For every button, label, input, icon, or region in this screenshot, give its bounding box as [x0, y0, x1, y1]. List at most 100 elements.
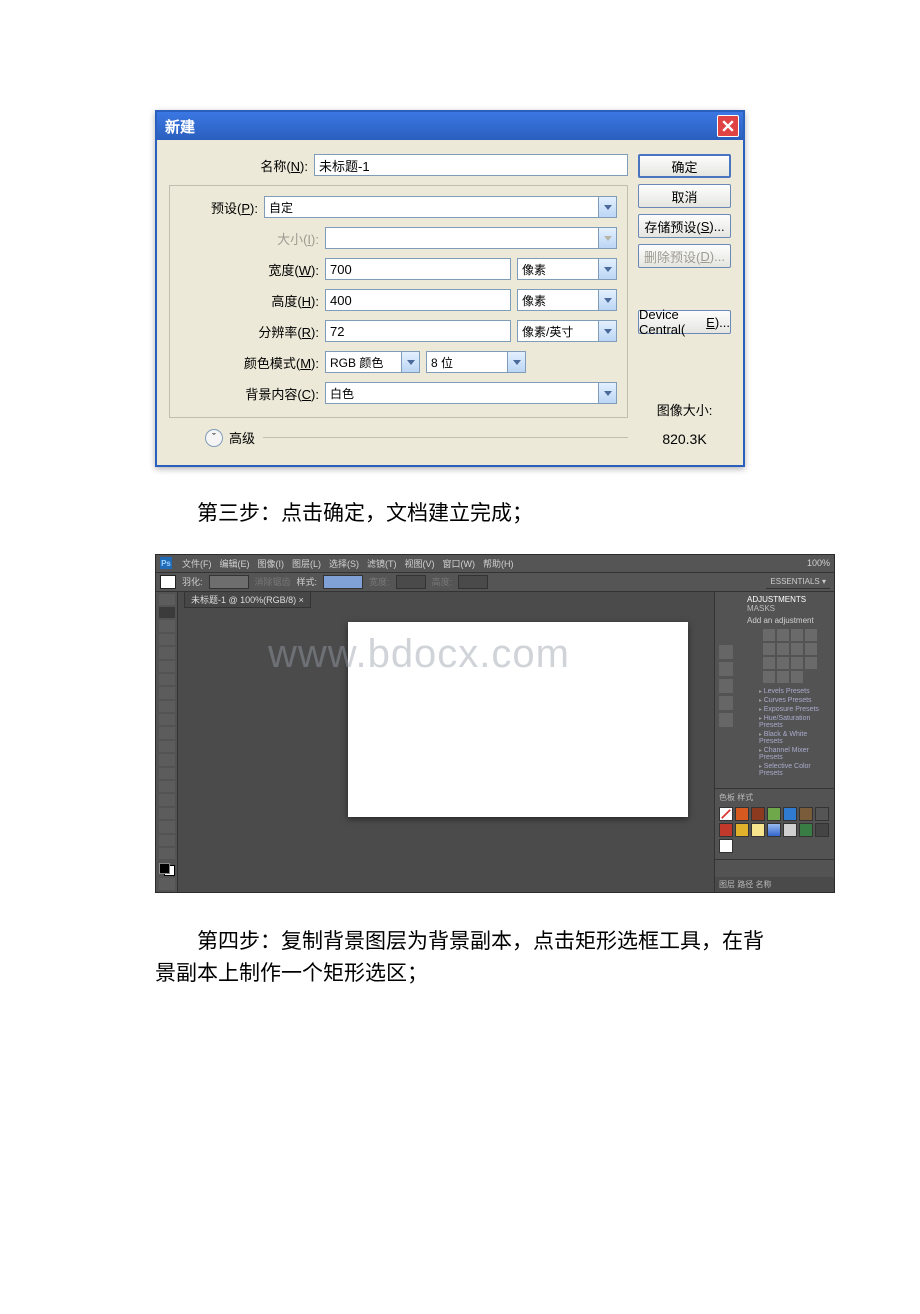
panel-tabs[interactable]: ADJUSTMENTS MASKS	[747, 595, 830, 613]
color-depth-select[interactable]: 8 位	[426, 351, 526, 373]
eyedropper-tool-icon[interactable]	[159, 661, 175, 672]
menu-item[interactable]: 图像(I)	[258, 557, 285, 570]
shape-tool-icon[interactable]	[159, 821, 175, 832]
preset-item[interactable]: Levels Presets	[747, 687, 830, 696]
marquee-tool-icon[interactable]	[159, 607, 175, 618]
move-tool-icon[interactable]	[159, 594, 175, 605]
ok-button[interactable]: 确定	[638, 154, 731, 178]
style-swatch[interactable]	[815, 807, 829, 821]
style-swatch[interactable]	[767, 807, 781, 821]
preset-select[interactable]: 自定	[264, 196, 617, 218]
styles-tabs[interactable]: 色板 样式	[719, 792, 830, 803]
width-unit-select[interactable]: 像素	[517, 258, 617, 280]
preset-item[interactable]: Selective Color Presets	[747, 762, 830, 778]
style-swatch[interactable]	[815, 823, 829, 837]
resolution-unit-select[interactable]: 像素/英寸	[517, 320, 617, 342]
preset-item[interactable]: Hue/Saturation Presets	[747, 714, 830, 730]
save-preset-button[interactable]: 存储预设(S)...	[638, 214, 731, 238]
adj-icon[interactable]	[805, 629, 817, 641]
path-tool-icon[interactable]	[159, 808, 175, 819]
history-brush-tool-icon[interactable]	[159, 714, 175, 725]
eraser-tool-icon[interactable]	[159, 727, 175, 738]
document-canvas[interactable]	[348, 622, 688, 817]
style-swatch[interactable]	[767, 823, 781, 837]
menu-item[interactable]: 编辑(E)	[220, 557, 250, 570]
quickmask-icon[interactable]	[159, 878, 175, 889]
adj-icon[interactable]	[791, 643, 803, 655]
heal-tool-icon[interactable]	[159, 674, 175, 685]
height-input[interactable]	[325, 289, 511, 311]
style-swatch[interactable]	[783, 823, 797, 837]
style-swatch[interactable]	[735, 807, 749, 821]
device-central-button[interactable]: Device Central(E)...	[638, 310, 731, 334]
style-swatch[interactable]	[751, 823, 765, 837]
feather-input[interactable]	[209, 575, 249, 589]
close-button[interactable]	[717, 115, 739, 137]
style-swatch[interactable]	[719, 823, 733, 837]
style-swatch[interactable]	[719, 807, 733, 821]
menu-item[interactable]: 图层(L)	[292, 557, 321, 570]
adj-icon[interactable]	[777, 643, 789, 655]
style-swatch[interactable]	[799, 807, 813, 821]
adj-icon[interactable]	[763, 671, 775, 683]
blur-tool-icon[interactable]	[159, 754, 175, 765]
panel-icon[interactable]	[719, 679, 733, 693]
document-tab[interactable]: 未标题-1 @ 100%(RGB/8) ×	[184, 592, 311, 608]
type-tool-icon[interactable]	[159, 794, 175, 805]
adj-icon[interactable]	[791, 629, 803, 641]
adj-icon[interactable]	[763, 643, 775, 655]
adj-icon[interactable]	[805, 657, 817, 669]
menu-item[interactable]: 帮助(H)	[483, 557, 514, 570]
name-input[interactable]	[314, 154, 628, 176]
brush-tool-icon[interactable]	[159, 687, 175, 698]
resolution-input[interactable]	[325, 320, 511, 342]
style-swatch[interactable]	[735, 823, 749, 837]
menu-item[interactable]: 文件(F)	[182, 557, 212, 570]
wand-tool-icon[interactable]	[159, 634, 175, 645]
panel-icon[interactable]	[719, 696, 733, 710]
panel-icon[interactable]	[719, 713, 733, 727]
layers-tabs[interactable]: 图层 路径 名称	[719, 879, 830, 890]
marquee-tool-icon[interactable]	[160, 575, 176, 589]
gradient-tool-icon[interactable]	[159, 741, 175, 752]
bg-content-select[interactable]: 白色	[325, 382, 617, 404]
menu-item[interactable]: 窗口(W)	[443, 557, 476, 570]
advanced-toggle[interactable]: ˇ	[205, 429, 223, 447]
pen-tool-icon[interactable]	[159, 781, 175, 792]
adj-icon[interactable]	[777, 657, 789, 669]
adj-icon[interactable]	[763, 657, 775, 669]
adj-icon[interactable]	[777, 629, 789, 641]
menu-item[interactable]: 视图(V)	[405, 557, 435, 570]
zoom-tool-icon[interactable]	[159, 848, 175, 859]
height-unit-select[interactable]: 像素	[517, 289, 617, 311]
style-select[interactable]	[323, 575, 363, 589]
fg-bg-swatch[interactable]	[159, 863, 175, 876]
dodge-tool-icon[interactable]	[159, 768, 175, 779]
color-mode-select[interactable]: RGB 颜色	[325, 351, 420, 373]
style-swatch[interactable]	[719, 839, 733, 853]
menu-item[interactable]: 选择(S)	[329, 557, 359, 570]
style-swatch[interactable]	[783, 807, 797, 821]
preset-item[interactable]: Exposure Presets	[747, 705, 830, 714]
workspace-switcher[interactable]: ESSENTIALS ▾	[766, 575, 830, 589]
stamp-tool-icon[interactable]	[159, 701, 175, 712]
adj-icon[interactable]	[777, 671, 789, 683]
preset-item[interactable]: Channel Mixer Presets	[747, 746, 830, 762]
hand-tool-icon[interactable]	[159, 835, 175, 846]
panel-icon[interactable]	[719, 662, 733, 676]
panel-icon[interactable]	[719, 645, 733, 659]
adj-icon[interactable]	[791, 657, 803, 669]
zoom-level[interactable]: 100%	[807, 558, 830, 568]
style-swatch[interactable]	[751, 807, 765, 821]
menu-item[interactable]: 滤镜(T)	[367, 557, 397, 570]
preset-item[interactable]: Black & White Presets	[747, 730, 830, 746]
lasso-tool-icon[interactable]	[159, 620, 175, 631]
preset-item[interactable]: Curves Presets	[747, 696, 830, 705]
adj-icon[interactable]	[763, 629, 775, 641]
adj-icon[interactable]	[791, 671, 803, 683]
width-input[interactable]	[325, 258, 511, 280]
cancel-button[interactable]: 取消	[638, 184, 731, 208]
adj-icon[interactable]	[805, 643, 817, 655]
crop-tool-icon[interactable]	[159, 647, 175, 658]
style-swatch[interactable]	[799, 823, 813, 837]
